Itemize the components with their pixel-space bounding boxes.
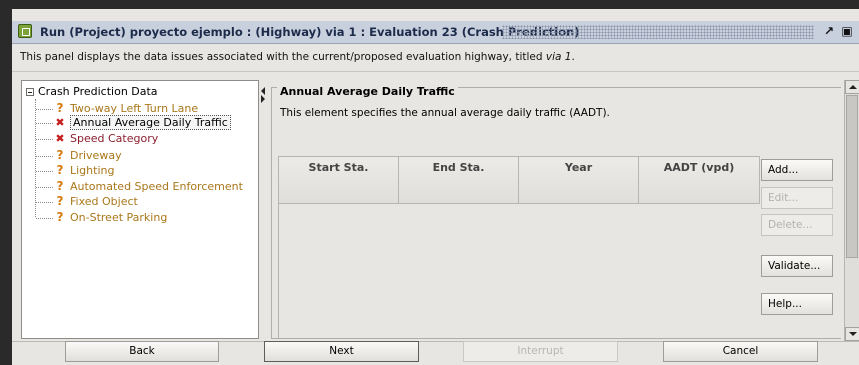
maximize-icon[interactable]: ▣ [840, 24, 854, 38]
title-grip [502, 25, 814, 39]
add-button-label: Add... [768, 164, 799, 176]
delete-button[interactable]: Delete... [761, 214, 833, 236]
tree-item-label: Fixed Object [70, 195, 138, 208]
column-end-sta[interactable]: End Sta. [399, 157, 519, 204]
next-button[interactable]: Next [264, 341, 419, 362]
description-suffix: . [571, 51, 575, 63]
title-bar[interactable]: Run (Project) proyecto ejemplo : (Highwa… [12, 21, 859, 44]
tree-item-annual-average-daily-traffic[interactable]: ✖ Annual Average Daily Traffic [36, 115, 231, 131]
question-icon: ? [56, 210, 64, 224]
next-button-label: Next [329, 345, 354, 357]
add-button[interactable]: Add... [761, 159, 833, 181]
scroll-up-arrow[interactable] [845, 80, 859, 94]
table-header: Start Sta. End Sta. Year AADT (vpd) [279, 157, 760, 204]
interrupt-button-label: Interrupt [517, 345, 564, 357]
tree-item-label: Lighting [70, 164, 115, 177]
window-frame-left [0, 0, 12, 365]
tree-item-lighting[interactable]: ? Lighting [36, 163, 114, 178]
divider [12, 71, 859, 72]
detail-description: This element specifies the annual averag… [280, 107, 610, 119]
scroll-down-arrow[interactable] [845, 327, 859, 341]
tree-item-label: On-Street Parking [70, 211, 168, 224]
question-icon: ? [56, 179, 64, 193]
cancel-button-label: Cancel [722, 345, 759, 357]
tree-item-label: Two-way Left Turn Lane [70, 102, 199, 115]
tree-item-driveway[interactable]: ? Driveway [36, 148, 122, 163]
tree-root[interactable]: Crash Prediction Data [26, 85, 158, 99]
tree-item-label: Annual Average Daily Traffic [70, 115, 231, 130]
error-x-icon: ✖ [55, 116, 65, 129]
delete-button-label: Delete... [768, 219, 813, 231]
restore-icon[interactable]: ↗ [822, 24, 836, 38]
splitter-left-arrow[interactable] [261, 87, 265, 95]
aadt-table[interactable]: Start Sta. End Sta. Year AADT (vpd) [278, 156, 760, 338]
detail-title: Annual Average Daily Traffic [277, 85, 458, 98]
column-year[interactable]: Year [519, 157, 639, 204]
question-icon: ? [56, 148, 64, 162]
validate-button-label: Validate... [768, 260, 821, 272]
edit-button-label: Edit... [768, 192, 799, 204]
question-icon: ? [56, 194, 64, 208]
tree-item-speed-category[interactable]: ✖ Speed Category [36, 132, 158, 147]
cancel-button[interactable]: Cancel [663, 341, 818, 362]
window-title: Run (Project) proyecto ejemplo : (Highwa… [40, 25, 580, 39]
tree-item-label: Speed Category [70, 132, 159, 145]
tree-item-on-street-parking[interactable]: ? On-Street Parking [36, 210, 167, 225]
panel-description: This panel displays the data issues asso… [20, 51, 575, 63]
tree-item-two-way-left-turn-lane[interactable]: ? Two-way Left Turn Lane [36, 101, 198, 116]
column-aadt[interactable]: AADT (vpd) [639, 157, 760, 204]
crash-data-tree[interactable]: Crash Prediction Data ? Two-way Left Turn… [21, 80, 259, 339]
help-button-label: Help... [768, 298, 802, 310]
error-x-icon: ✖ [55, 132, 65, 145]
tree-item-label: Automated Speed Enforcement [70, 180, 243, 193]
help-button[interactable]: Help... [761, 293, 833, 315]
vertical-scrollbar[interactable] [844, 80, 859, 341]
tree-item-automated-speed-enforcement[interactable]: ? Automated Speed Enforcement [36, 179, 243, 194]
question-icon: ? [56, 163, 64, 177]
column-start-sta[interactable]: Start Sta. [279, 157, 399, 204]
splitter-right-arrow[interactable] [261, 95, 265, 103]
highway-name: via 1 [545, 51, 572, 63]
tree-root-label: Crash Prediction Data [38, 85, 158, 98]
scroll-thumb[interactable] [846, 95, 858, 258]
interrupt-button[interactable]: Interrupt [463, 341, 618, 362]
back-button-label: Back [129, 345, 155, 357]
dialog-window: Run (Project) proyecto ejemplo : (Highwa… [12, 9, 859, 365]
tree-item-fixed-object[interactable]: ? Fixed Object [36, 194, 138, 209]
description-text: This panel displays the data issues asso… [20, 51, 546, 63]
back-button[interactable]: Back [65, 341, 219, 362]
window-frame-top [0, 0, 859, 9]
collapse-icon[interactable] [26, 88, 34, 96]
validate-button[interactable]: Validate... [761, 255, 833, 277]
tree-item-label: Driveway [70, 149, 122, 162]
edit-button[interactable]: Edit... [761, 187, 833, 209]
app-icon [18, 24, 32, 38]
question-icon: ? [56, 101, 64, 115]
